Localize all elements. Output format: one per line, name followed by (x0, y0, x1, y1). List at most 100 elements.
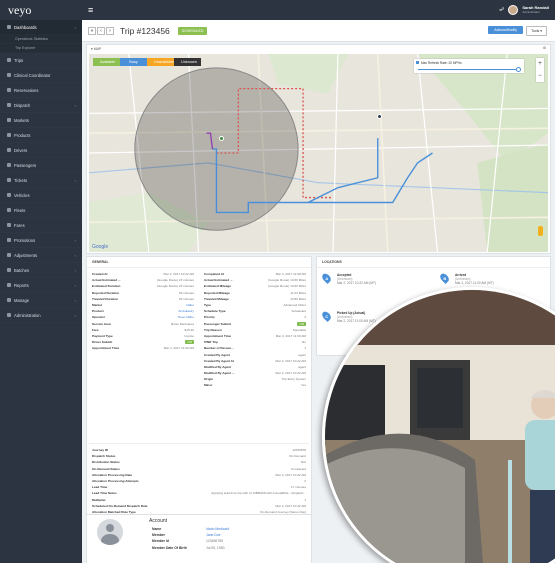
sidebar-item-label: Products (14, 132, 31, 138)
sidebar-item-markets[interactable]: Markets (0, 113, 82, 128)
detail-value: 10.80 Miles (290, 296, 306, 301)
account-title: Account (149, 518, 168, 524)
sidebar-item-label: Clinical Coordinator (14, 72, 51, 78)
detail-label: Traveled Duration (92, 296, 119, 301)
detail-value: (Google Route) 23 minutes (156, 284, 194, 289)
detail-row: Minor Yes (201, 382, 309, 388)
avatar (97, 519, 123, 545)
trips-icon (7, 58, 11, 62)
map[interactable]: Available Busy Unavailable Unknown Max Refr… (89, 54, 548, 252)
detail-label: Created By Agent At (204, 358, 234, 363)
dashboard-icon (7, 25, 11, 29)
sidebar-item-drivers[interactable]: Drivers (0, 143, 82, 158)
detail-label: Modified By Agent (204, 364, 232, 369)
zoom-out-button[interactable]: − (536, 70, 544, 82)
dispatch-icon (7, 103, 11, 107)
location-item[interactable]: C Picked Up (Actual) (Unknown) Mar 2, 2017 … (320, 309, 376, 323)
detail-value: Mar 2, 2017 10:22 AM (163, 272, 194, 277)
detail-value[interactable]: Tleen Idaho (178, 315, 194, 319)
sidebar-item-manage[interactable]: Manage ‹ (0, 293, 82, 308)
map-pin-icon[interactable] (377, 114, 382, 119)
detail-label: Completed At (204, 272, 224, 277)
detail-value[interactable]: Jane Doe (206, 533, 221, 537)
detail-label: Product (92, 309, 104, 314)
sidebar-item-fares[interactable]: Fares (0, 218, 82, 233)
detail-label: Number of Passen... (204, 346, 234, 351)
veyo-logo[interactable]: veyo (0, 0, 82, 20)
detail-value: agent (298, 364, 306, 369)
sidebar-item-reservations[interactable]: Reservations (0, 83, 82, 98)
status-badge: SCHEDULED (177, 26, 208, 35)
detail-value[interactable]: Idaho (186, 303, 194, 307)
sidebar-nav: Dashboards ‹ Operations Statistics Trip Exp… (0, 20, 82, 323)
sidebar-item-trip-explorer[interactable]: Trip Explorer (0, 44, 82, 53)
detail-label: Priority (204, 315, 215, 320)
sidebar-item-products[interactable]: Products (0, 128, 82, 143)
sidebar-item-dispatch[interactable]: Dispatch ‹ (0, 98, 82, 113)
sidebar-item-dashboards[interactable]: Dashboards ‹ (0, 20, 82, 35)
sidebar-item-reports[interactable]: Reports ‹ (0, 278, 82, 293)
sidebar-item-label: Administration (14, 312, 41, 318)
detail-value: 11.03 Miles (290, 290, 306, 295)
toggle-busy[interactable]: Busy (120, 58, 147, 66)
detail-value[interactable]: Ambulatory (178, 309, 194, 313)
sidebar-item-operations-statistics[interactable]: Operations Statistics (0, 35, 82, 44)
refresh-rate-control[interactable]: Max Refresh Rate: 20 MPHs (414, 59, 524, 73)
detail-label: Origin (204, 377, 214, 382)
avatar[interactable] (508, 5, 519, 15)
detail-label: Allocation Processing Attempts (92, 479, 139, 484)
sidebar: veyo Dashboards ‹ Operations Statistics Tri… (0, 0, 82, 563)
chevron-down-icon: ‹ (74, 178, 76, 183)
first-trip-button[interactable]: « (88, 26, 96, 35)
settings-icon[interactable]: ⚙ (543, 46, 546, 50)
account-panel: Account Name Idaho Medicaid Member Jane Doe… (86, 514, 312, 563)
user-menu[interactable]: ☍ Sarah Randall Administrator (499, 5, 549, 15)
zoom-control: + − (536, 58, 544, 82)
detail-label: Type (204, 303, 211, 308)
sidebar-item-trips[interactable]: Trips (0, 53, 82, 68)
detail-value: 1 (304, 346, 306, 351)
sidebar-item-label: Trips (14, 57, 24, 63)
detail-value[interactable]: Idaho Medicaid (206, 527, 229, 531)
refresh-slider[interactable] (418, 66, 521, 72)
sidebar-item-administration[interactable]: Administration ‹ (0, 308, 82, 323)
detail-value: 39 minutes (178, 296, 194, 301)
zoom-in-button[interactable]: + (536, 58, 544, 70)
locations-panel-title: LOCATIONS (317, 257, 550, 268)
detail-value: Mar 2, 2017 11:08 AM (275, 272, 306, 277)
map-pin-icon[interactable] (219, 136, 224, 141)
batches-icon (7, 268, 11, 272)
general-column-left: Created At Mar 2, 2017 10:22 AM Actual Est… (89, 271, 197, 351)
detail-label: Distribution Status (92, 460, 120, 465)
toggle-available[interactable]: Available (93, 58, 120, 66)
clinical-icon (7, 73, 11, 77)
sidebar-item-batches[interactable]: Batches ‹ (0, 263, 82, 278)
sidebar-item-fleets[interactable]: Fleets (0, 203, 82, 218)
toggle-unknown[interactable]: Unknown (174, 58, 201, 66)
detail-label: Appointment Time (92, 346, 120, 351)
street-view-icon[interactable] (538, 226, 543, 236)
refresh-checkbox[interactable] (416, 61, 419, 64)
detail-label: Reported Duration (92, 290, 120, 295)
detail-value: (Google Route) 10.66 Miles (268, 284, 306, 289)
sidebar-item-clinical-coordinator[interactable]: Clinical Coordinator (0, 68, 82, 83)
detail-value: Boise Metroarea (171, 321, 194, 326)
detail-label: Driver Submit (92, 340, 113, 345)
map-canvas (89, 54, 548, 252)
menu-icon[interactable]: ≡ (88, 5, 93, 15)
toggle-unavailable[interactable]: Unavailable (147, 58, 174, 66)
sidebar-item-vehicles[interactable]: Vehicles (0, 188, 82, 203)
sidebar-item-label: Manage (14, 297, 30, 303)
actions-button[interactable]: Actions/Modify (488, 26, 523, 34)
location-item[interactable]: A Accepted (Unknown) Mar 2, 2017 10:22 AM (… (320, 271, 376, 285)
sidebar-item-label: Adjustments (14, 252, 38, 258)
prev-trip-button[interactable]: ‹ (97, 26, 105, 35)
next-trip-button[interactable]: › (106, 26, 114, 35)
notification-icon[interactable]: ☍ (499, 7, 504, 13)
sidebar-item-tickets[interactable]: Tickets ‹ (0, 173, 82, 188)
location-item[interactable]: B Arrived (Unknown) Mar 2, 2017 11:00 AM (M… (438, 271, 494, 285)
sidebar-item-adjustments[interactable]: Adjustments ‹ (0, 248, 82, 263)
sidebar-item-promotions[interactable]: Promotions ‹ (0, 233, 82, 248)
tools-button[interactable]: Tools ▾ (526, 26, 547, 36)
sidebar-item-passengers[interactable]: Passengers (0, 158, 82, 173)
